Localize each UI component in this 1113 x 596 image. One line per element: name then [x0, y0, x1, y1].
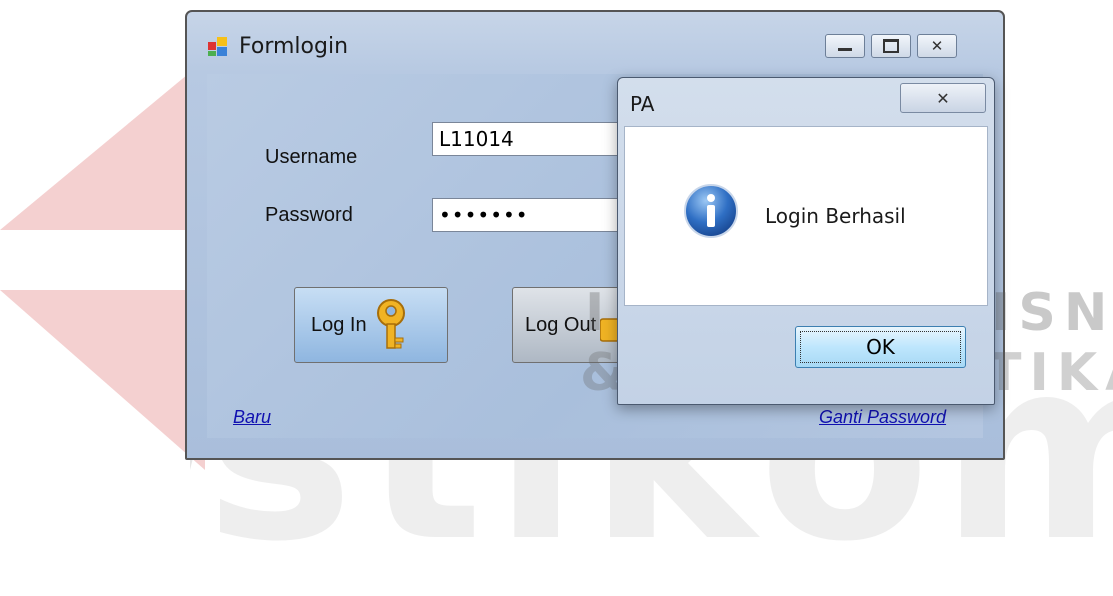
close-button[interactable]: ✕: [917, 34, 957, 58]
app-icon: [208, 37, 227, 56]
message-dialog: PA ✕ Login Berhasil OK: [617, 77, 995, 405]
watermark-triangle-bottom: [0, 290, 205, 470]
password-label: Password: [265, 204, 353, 226]
minimize-icon: [838, 47, 852, 51]
close-icon: ✕: [930, 37, 944, 55]
close-icon: ✕: [936, 88, 950, 108]
login-button[interactable]: Log In: [294, 287, 448, 363]
window-title: Formlogin: [239, 34, 349, 59]
title-bar[interactable]: Formlogin ✕: [187, 12, 1003, 74]
dialog-title: PA: [630, 92, 655, 116]
dialog-message: Login Berhasil: [765, 204, 906, 228]
watermark-triangle-top: [0, 60, 205, 230]
ganti-password-link[interactable]: Ganti Password: [819, 407, 946, 428]
dialog-body: Login Berhasil: [624, 126, 988, 306]
ok-button[interactable]: OK: [795, 326, 966, 368]
focus-rect: [800, 331, 961, 363]
minimize-button[interactable]: [825, 34, 865, 58]
info-icon: [684, 184, 738, 238]
username-label: Username: [265, 146, 358, 168]
dialog-close-button[interactable]: ✕: [900, 83, 986, 113]
key-icon: [376, 299, 405, 349]
baru-link[interactable]: Baru: [233, 407, 271, 428]
maximize-button[interactable]: [871, 34, 911, 58]
login-label: Log In: [311, 313, 367, 336]
maximize-icon: [883, 39, 899, 53]
